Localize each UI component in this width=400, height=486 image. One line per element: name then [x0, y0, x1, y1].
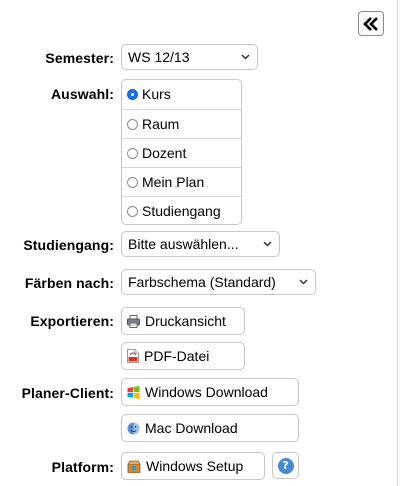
radio-dozent[interactable]: Dozent — [122, 138, 241, 167]
mac-download-button[interactable]: Mac Download — [121, 414, 299, 442]
auswahl-label: Auswahl: — [50, 86, 114, 102]
radio-unchecked-icon — [127, 206, 138, 217]
help-button[interactable]: ? — [272, 452, 299, 479]
radio-mein-plan[interactable]: Mein Plan — [122, 167, 241, 196]
collapse-panel-button[interactable] — [358, 11, 384, 36]
side-panel: Semester: WS 12/13 Auswahl: Kurs Raum Do… — [0, 0, 398, 486]
setup-package-icon — [127, 460, 141, 473]
faerben-select[interactable]: Farbschema (Standard) — [121, 269, 316, 295]
radio-checked-icon — [127, 89, 138, 100]
platform-label: Platform: — [51, 459, 114, 475]
radio-studiengang-label: Studiengang — [142, 203, 221, 219]
chevron-down-icon — [241, 54, 250, 60]
radio-raum-label: Raum — [142, 116, 180, 132]
chevron-down-icon — [299, 279, 308, 285]
double-chevron-left-icon — [363, 16, 378, 31]
radio-unchecked-icon — [127, 177, 138, 188]
faerben-value: Farbschema (Standard) — [128, 274, 276, 290]
printer-icon — [127, 315, 140, 328]
semester-label: Semester: — [45, 50, 114, 66]
exportieren-label: Exportieren: — [30, 313, 114, 329]
chevron-down-icon — [263, 241, 272, 247]
studiengang-label: Studiengang: — [23, 237, 114, 253]
pdf-file-label: PDF-Datei — [144, 348, 210, 364]
windows-setup-label: Windows Setup — [146, 458, 244, 474]
windows-setup-button[interactable]: Windows Setup — [121, 452, 265, 480]
radio-mein-plan-label: Mein Plan — [142, 174, 205, 190]
studiengang-select[interactable]: Bitte auswählen... — [121, 231, 280, 257]
pdf-file-icon — [127, 349, 139, 363]
radio-kurs[interactable]: Kurs — [122, 80, 241, 109]
pdf-file-button[interactable]: PDF-Datei — [121, 342, 245, 370]
semester-value: WS 12/13 — [128, 49, 190, 65]
studiengang-value: Bitte auswählen... — [128, 236, 239, 252]
semester-select[interactable]: WS 12/13 — [121, 44, 258, 70]
print-view-button[interactable]: Druckansicht — [121, 307, 245, 335]
print-view-label: Druckansicht — [145, 313, 226, 329]
planer-client-label: Planer-Client: — [21, 385, 114, 401]
help-icon: ? — [277, 457, 294, 474]
radio-raum[interactable]: Raum — [122, 109, 241, 138]
windows-download-button[interactable]: Windows Download — [121, 378, 299, 406]
mac-finder-icon — [127, 422, 140, 435]
mac-download-label: Mac Download — [145, 420, 238, 436]
auswahl-radio-group: Kurs Raum Dozent Mein Plan Studiengang — [121, 79, 242, 225]
windows-download-label: Windows Download — [145, 384, 268, 400]
faerben-label: Färben nach: — [24, 275, 114, 291]
radio-unchecked-icon — [127, 148, 138, 159]
windows-logo-icon — [127, 386, 140, 399]
radio-studiengang[interactable]: Studiengang — [122, 196, 241, 225]
radio-kurs-label: Kurs — [142, 86, 171, 102]
radio-dozent-label: Dozent — [142, 145, 187, 161]
radio-unchecked-icon — [127, 119, 138, 130]
